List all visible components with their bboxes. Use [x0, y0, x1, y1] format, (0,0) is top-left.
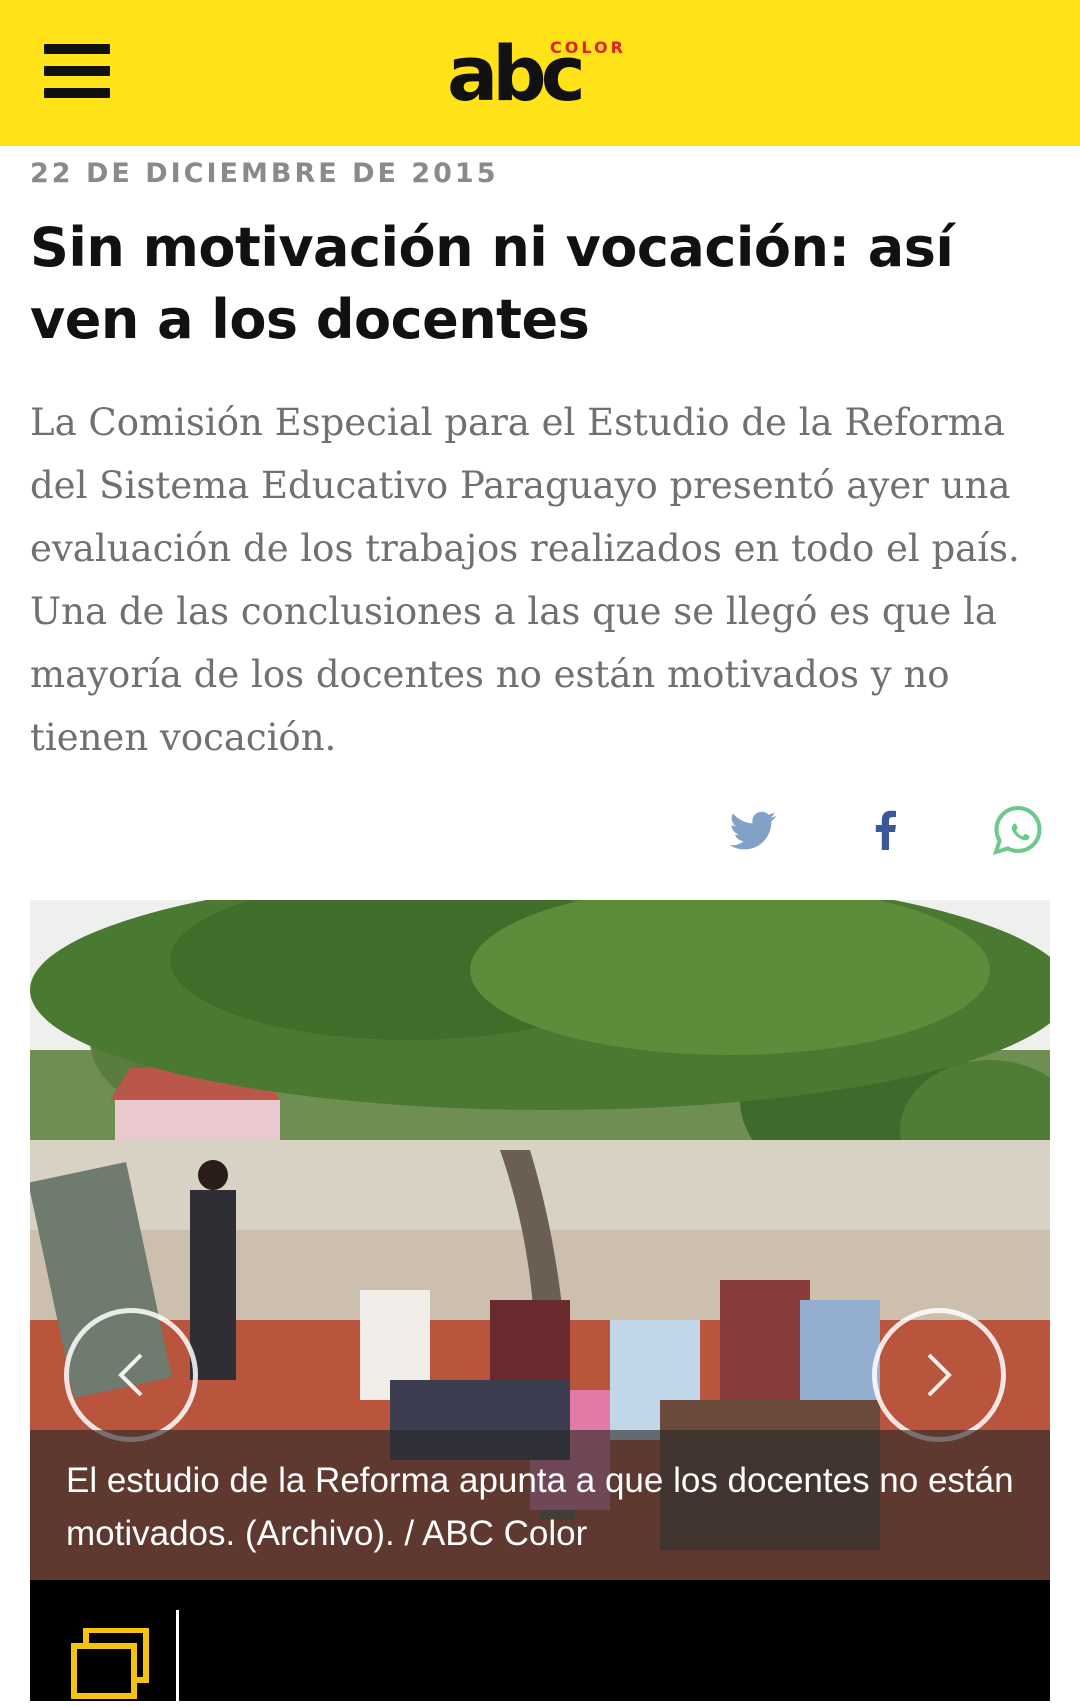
twitter-share-button[interactable] — [726, 802, 782, 858]
facebook-share-button[interactable] — [858, 802, 914, 858]
article-photo: El estudio de la Reforma apunta a que lo… — [30, 900, 1050, 1580]
twitter-icon — [729, 811, 776, 850]
gallery-bar — [30, 1580, 1050, 1701]
menu-line — [44, 88, 110, 98]
whatsapp-icon — [992, 805, 1042, 856]
gallery-icon — [71, 1627, 149, 1699]
previous-photo-button[interactable] — [64, 1308, 198, 1442]
article-date: 22 DE DICIEMBRE DE 2015 — [30, 158, 499, 189]
top-header: abc COLOR — [0, 0, 1080, 146]
chevron-left-icon — [118, 1353, 143, 1397]
photo-caption: El estudio de la Reforma apunta a que lo… — [30, 1430, 1050, 1580]
menu-line — [44, 66, 110, 76]
menu-line — [44, 44, 110, 54]
hamburger-menu-icon[interactable] — [44, 44, 110, 100]
article-headline: Sin motivación ni vocación: así ven a lo… — [30, 216, 954, 351]
chevron-right-icon — [927, 1353, 952, 1397]
whatsapp-share-button[interactable] — [990, 802, 1046, 858]
next-photo-button[interactable] — [872, 1308, 1006, 1442]
logo-sub-text: COLOR — [550, 38, 626, 57]
gallery-button[interactable] — [70, 1627, 150, 1701]
article-lead: La Comisión Especial para el Estudio de … — [30, 401, 1020, 759]
gallery-divider — [176, 1610, 179, 1701]
abc-color-logo[interactable]: abc COLOR — [445, 29, 640, 118]
photo-caption-text: El estudio de la Reforma apunta a que lo… — [66, 1461, 1014, 1553]
facebook-icon — [875, 810, 896, 850]
logo-graphic: abc COLOR — [447, 29, 626, 118]
